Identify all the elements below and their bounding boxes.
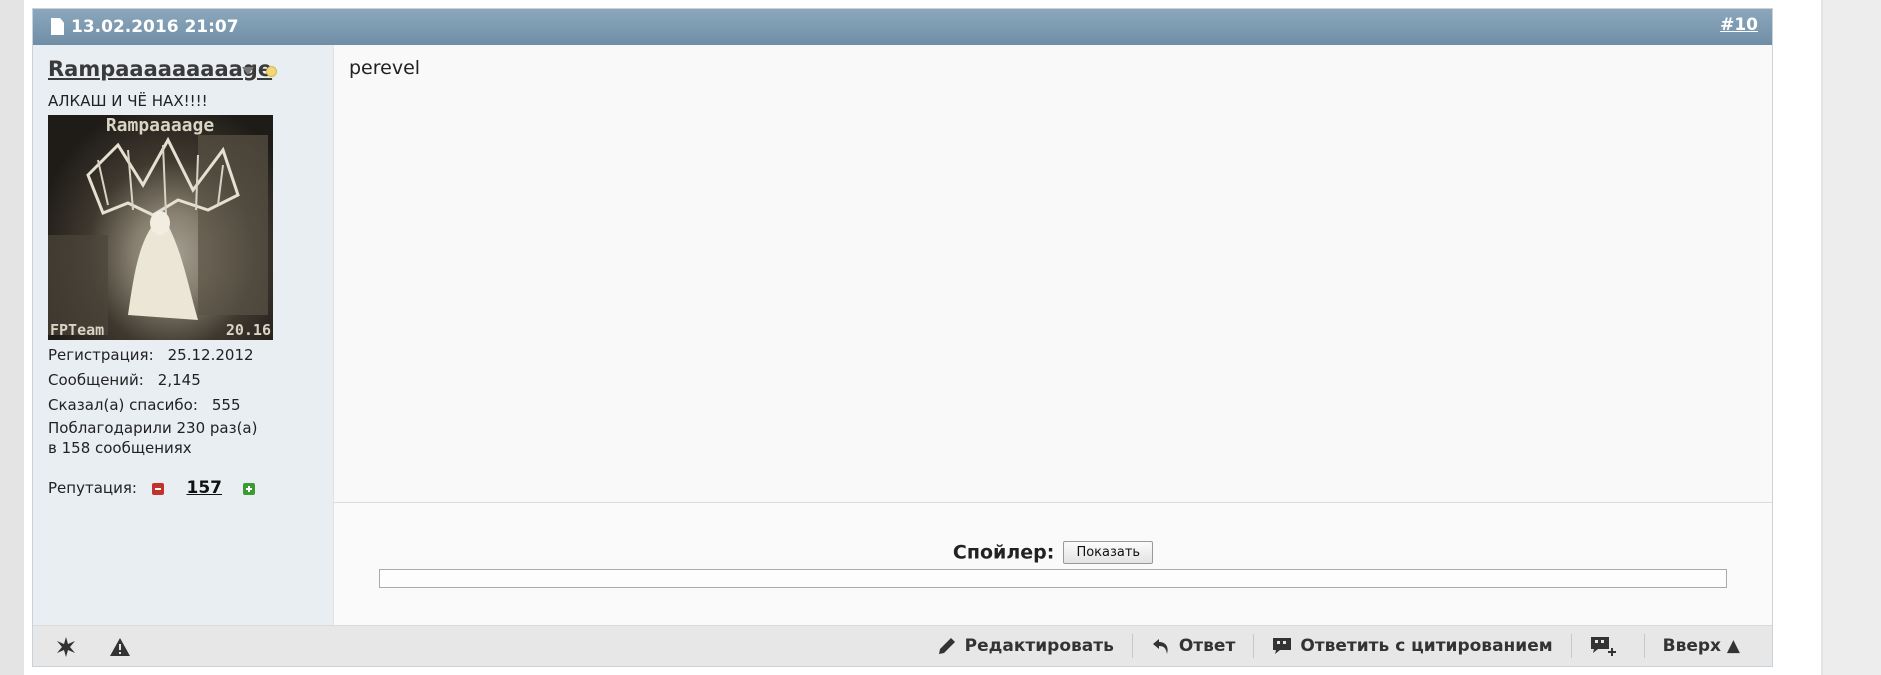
reputation-row: Репутация: 157: [48, 478, 255, 498]
user-title: АЛКАШ И ЧЁ НАХ!!!!: [48, 92, 208, 110]
back-to-top-button[interactable]: Вверх ▲: [1643, 634, 1758, 658]
stat-label: Регистрация:: [48, 346, 154, 364]
quote-bubble-icon: [1273, 638, 1292, 654]
avatar-top-text: Rampaaaage: [106, 115, 215, 136]
warning-icon[interactable]: [109, 636, 131, 658]
multiquote-add-icon: [1590, 637, 1616, 656]
forum-post: 13.02.2016 21:07 #10 Rampaaaaaaaaage АЛК…: [32, 8, 1773, 667]
star-icon[interactable]: [55, 636, 77, 658]
edit-button[interactable]: Редактировать: [919, 634, 1132, 658]
multiquote-button[interactable]: [1570, 634, 1644, 658]
stat-posts: Сообщений: 2,145: [48, 370, 257, 395]
thanks-line: Поблагодарили 230 раз(а): [48, 419, 258, 437]
spoiler-show-button[interactable]: Показать: [1063, 541, 1154, 564]
stat-label: Сказал(а) спасибо:: [48, 396, 198, 414]
stat-value: 555: [211, 396, 241, 414]
thanks-line: в 158 сообщениях: [48, 439, 192, 457]
reply-with-quote-label: Ответить с цитированием: [1300, 636, 1553, 656]
reply-arrow-icon: [1152, 639, 1168, 654]
avatar-bottom-left-text: FPTeam: [50, 321, 104, 339]
reputation-label: Репутация:: [48, 479, 137, 497]
thanks-received: Поблагодарили 230 раз(а) в 158 сообщения…: [48, 418, 257, 458]
user-stats: Регистрация: 25.12.2012 Сообщений: 2,145 С…: [48, 345, 257, 458]
post-content: perevel: [334, 45, 1772, 503]
username-link[interactable]: Rampaaaaaaaaage: [48, 57, 272, 81]
edit-label: Редактировать: [964, 636, 1114, 656]
avatar-bottom-right-text: 20.16: [226, 321, 271, 339]
avatar-image: Rampaaaage FPTeam 20.16: [48, 115, 273, 340]
back-to-top-label: Вверх ▲: [1662, 636, 1740, 656]
reputation-plus-icon[interactable]: [242, 483, 255, 495]
spoiler-header: Спойлер: Показать: [334, 541, 1772, 564]
stat-label: Сообщений:: [48, 371, 144, 389]
stat-value: 2,145: [157, 371, 201, 389]
reputation-minus-icon[interactable]: [151, 483, 164, 495]
reply-with-quote-button[interactable]: Ответить с цитированием: [1253, 634, 1570, 658]
reply-label: Ответ: [1178, 636, 1236, 656]
scrollbar-track[interactable]: [1823, 0, 1881, 675]
post-date: 13.02.2016 21:07: [71, 17, 239, 37]
user-menu-dropdown-icon[interactable]: [242, 67, 254, 75]
spoiler-label: Спойлер:: [952, 541, 1055, 564]
spoiler-content-box: [379, 569, 1727, 588]
reply-button[interactable]: Ответ: [1131, 634, 1253, 658]
post-footer: Редактировать Ответ Ответить с цитирован…: [33, 625, 1772, 666]
post-number-link[interactable]: #10: [1720, 15, 1758, 35]
document-icon: [51, 18, 64, 35]
pencil-icon: [938, 638, 955, 654]
stat-value: 25.12.2012: [167, 346, 254, 364]
stat-thanked: Сказал(а) спасибо: 555: [48, 395, 257, 420]
stat-registration: Регистрация: 25.12.2012: [48, 345, 257, 370]
post-signature: Спойлер: Показать: [334, 503, 1772, 626]
post-message: perevel: [349, 57, 421, 79]
user-info-panel: Rampaaaaaaaaage АЛКАШ И ЧЁ НАХ!!!! Rampa…: [33, 45, 334, 626]
post-actions: Редактировать Ответ Ответить с цитирован…: [919, 626, 1758, 666]
post-header: 13.02.2016 21:07 #10: [33, 9, 1772, 45]
avatar[interactable]: Rampaaaage FPTeam 20.16: [48, 115, 273, 340]
online-status-icon: [266, 66, 277, 77]
reputation-value[interactable]: 157: [187, 478, 223, 498]
